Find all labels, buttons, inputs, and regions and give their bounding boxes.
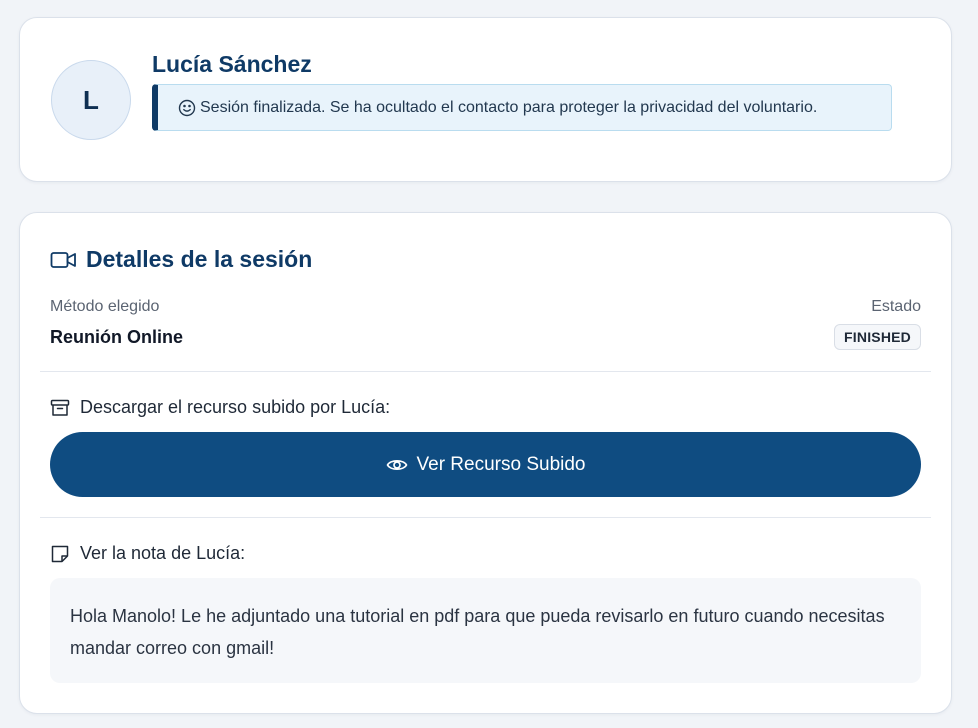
download-label: Descargar el recurso subido por Lucía: [50, 397, 390, 418]
user-name: Lucía Sánchez [152, 51, 312, 77]
archive-box-icon [50, 398, 70, 418]
method-label: Método elegido [50, 298, 160, 315]
video-camera-icon [50, 249, 77, 271]
note-label: Ver la nota de Lucía: [50, 543, 245, 564]
status-badge: FINISHED [834, 324, 921, 350]
avatar-initial: L [83, 84, 99, 115]
status-label: Estado [871, 298, 921, 315]
privacy-notice: Sesión finalizada. Se ha ocultado el con… [152, 84, 892, 131]
profile-card: L Lucía Sánchez Sesión finalizada. Se ha… [19, 17, 952, 182]
divider [40, 517, 931, 518]
method-value: Reunión Online [50, 327, 183, 347]
sticky-note-icon [50, 544, 70, 564]
eye-icon [386, 454, 408, 476]
note-box: Hola Manolo! Le he adjuntado una tutoria… [50, 578, 921, 683]
avatar: L [51, 60, 131, 140]
section-title-text: Detalles de la sesión [86, 246, 313, 272]
view-resource-button[interactable]: Ver Recurso Subido [50, 432, 921, 497]
section-title: Detalles de la sesión [50, 246, 312, 273]
session-details-card: Detalles de la sesión Método elegido Est… [19, 212, 952, 714]
privacy-notice-text: Sesión finalizada. Se ha ocultado el con… [200, 98, 818, 116]
divider [40, 371, 931, 372]
download-label-text: Descargar el recurso subido por Lucía: [80, 397, 391, 417]
note-text: Hola Manolo! Le he adjuntado una tutoria… [70, 606, 885, 658]
view-resource-button-label: Ver Recurso Subido [416, 453, 586, 475]
smile-icon [178, 99, 196, 117]
note-label-text: Ver la nota de Lucía: [80, 543, 246, 563]
